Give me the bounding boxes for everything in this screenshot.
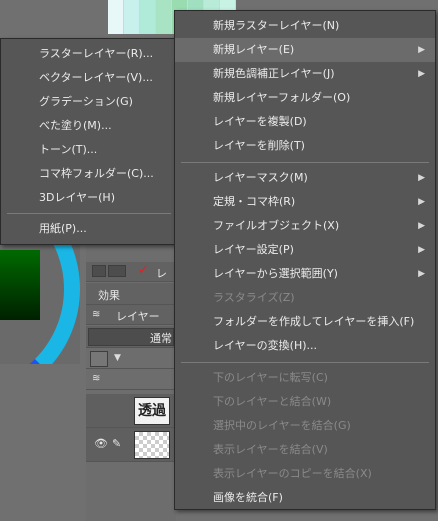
menu-item-label: レイヤーから選択範囲(Y): [213, 267, 338, 280]
submenu-arrow-icon: ▶: [418, 69, 425, 79]
menu-item-merge-visible-copy[interactable]: 表示レイヤーのコピーを結合(X): [175, 462, 435, 486]
layer-stack-icon: ≋: [92, 309, 101, 320]
menu-item-label: レイヤーマスク(M): [213, 171, 308, 184]
menu-item-label: レイヤーを複製(D): [213, 115, 307, 128]
menu-item-file-object[interactable]: ファイルオブジェクト(X) ▶: [175, 214, 435, 238]
menu-item-rasterize[interactable]: ラスタライズ(Z): [175, 286, 435, 310]
menu-item-duplicate-layer[interactable]: レイヤーを複製(D): [175, 110, 435, 134]
menu-item-transfer-to-lower[interactable]: 下のレイヤーに転写(C): [175, 366, 435, 390]
menu-item-new-layer-folder[interactable]: 新規レイヤーフォルダー(O): [175, 86, 435, 110]
menu-item-label: レイヤーの変換(H)...: [213, 339, 318, 352]
color-wheel-panel[interactable]: [0, 244, 80, 364]
submenu-item-label: トーン(T)...: [39, 143, 98, 156]
menu-item-label: 新規色調補正レイヤー(J): [213, 67, 335, 80]
menu-item-create-folder-insert[interactable]: フォルダーを作成してレイヤーを挿入(F): [175, 310, 435, 334]
menu-item-selection-from-layer[interactable]: レイヤーから選択範囲(Y) ▶: [175, 262, 435, 286]
menu-item-label: 新規レイヤーフォルダー(O): [213, 91, 351, 104]
menu-item-label: 表示レイヤーのコピーを結合(X): [213, 467, 372, 480]
menu-item-layer-mask[interactable]: レイヤーマスク(M) ▶: [175, 166, 435, 190]
menu-item-new-layer[interactable]: 新規レイヤー(E) ▶: [175, 38, 435, 62]
submenu-item-label: グラデーション(G): [39, 95, 133, 108]
layer-menu: 新規ラスターレイヤー(N) 新規レイヤー(E) ▶ 新規色調補正レイヤー(J) ▶ …: [174, 10, 436, 510]
submenu-item-3d-layer[interactable]: 3Dレイヤー(H): [1, 186, 177, 210]
menu-item-new-adjustment-layer[interactable]: 新規色調補正レイヤー(J) ▶: [175, 62, 435, 86]
menu-item-new-raster-layer[interactable]: 新規ラスターレイヤー(N): [175, 14, 435, 38]
submenu-item-gradient[interactable]: グラデーション(G): [1, 90, 177, 114]
submenu-arrow-icon: ▶: [418, 45, 425, 55]
submenu-item-label: ラスターレイヤー(R)...: [39, 47, 154, 60]
submenu-arrow-icon: ▶: [418, 269, 425, 279]
menu-item-label: 画像を統合(F): [213, 491, 283, 504]
menu-item-label: 下のレイヤーと結合(W): [213, 395, 332, 408]
submenu-item-label: コマ枠フォルダー(C)...: [39, 167, 154, 180]
menu-item-label: 選択中のレイヤーを結合(G): [213, 419, 351, 432]
blend-mode-row: 通常: [86, 326, 176, 348]
submenu-item-fill[interactable]: べた塗り(M)...: [1, 114, 177, 138]
layer-tab-label[interactable]: レイヤー: [116, 308, 160, 324]
submenu-item-paper[interactable]: 用紙(P)...: [1, 217, 177, 241]
grid-icon[interactable]: [92, 265, 106, 277]
menu-item-ruler-frame[interactable]: 定規・コマ枠(R) ▶: [175, 190, 435, 214]
menu-item-label: 新規ラスターレイヤー(N): [213, 19, 340, 32]
chevron-down-icon[interactable]: ▼: [114, 353, 121, 363]
menu-item-label: ファイルオブジェクト(X): [213, 219, 340, 232]
layer-thumbnail-transparent: [134, 431, 170, 459]
submenu-item-raster-layer[interactable]: ラスターレイヤー(R)...: [1, 42, 177, 66]
layer-thumbnail: 透過: [134, 397, 170, 425]
layer-tab-row: ≋ レイヤー: [86, 305, 176, 325]
menu-item-delete-layer[interactable]: レイヤーを削除(T): [175, 134, 435, 158]
layer-color-row: ▼: [86, 349, 176, 369]
menu-item-label: 新規レイヤー(E): [213, 43, 295, 56]
menu-item-label: レイヤーを削除(T): [213, 139, 305, 152]
tool-row: ✓ レイ: [86, 262, 176, 296]
menu-item-merge-with-lower[interactable]: 下のレイヤーと結合(W): [175, 390, 435, 414]
layer-color-swatch[interactable]: [90, 351, 108, 367]
submenu-item-label: べた塗り(M)...: [39, 119, 112, 132]
submenu-item-tone[interactable]: トーン(T)...: [1, 138, 177, 162]
menu-item-merge-selected[interactable]: 選択中のレイヤーを結合(G): [175, 414, 435, 438]
brush-icon: ✎: [112, 437, 122, 450]
submenu-item-frame-folder[interactable]: コマ枠フォルダー(C)...: [1, 162, 177, 186]
submenu-arrow-icon: ▶: [418, 173, 425, 183]
submenu-item-label: ベクターレイヤー(V)...: [39, 71, 153, 84]
new-layer-submenu: ラスターレイヤー(R)... ベクターレイヤー(V)... グラデーション(G)…: [0, 38, 178, 245]
menu-item-label: 表示レイヤーを結合(V): [213, 443, 328, 456]
menu-item-label: フォルダーを作成してレイヤーを挿入(F): [213, 315, 415, 328]
frame-icon[interactable]: [108, 265, 126, 277]
menu-item-label: 下のレイヤーに転写(C): [213, 371, 328, 384]
effect-label: 効果: [98, 289, 120, 302]
eye-icon[interactable]: 👁: [94, 437, 108, 450]
submenu-item-label: 用紙(P)...: [39, 222, 87, 235]
submenu-item-label: 3Dレイヤー(H): [39, 191, 115, 204]
layer-item-paper[interactable]: 透過: [86, 394, 176, 428]
effect-row: 効果: [86, 283, 176, 305]
menu-item-flatten-image[interactable]: 画像を統合(F): [175, 486, 435, 510]
menu-separator: [7, 213, 171, 214]
color-wheel-ring[interactable]: [0, 244, 80, 364]
submenu-item-vector-layer[interactable]: ベクターレイヤー(V)...: [1, 66, 177, 90]
menu-item-label: ラスタライズ(Z): [213, 291, 295, 304]
menu-separator: [181, 362, 429, 363]
submenu-arrow-icon: ▶: [418, 197, 425, 207]
blend-mode-label: 通常: [150, 332, 172, 345]
menu-separator: [181, 162, 429, 163]
menu-item-label: レイヤー設定(P): [213, 243, 294, 256]
pen-icon[interactable]: ✓: [138, 263, 149, 278]
submenu-arrow-icon: ▶: [418, 221, 425, 231]
menu-item-merge-visible[interactable]: 表示レイヤーを結合(V): [175, 438, 435, 462]
menu-item-convert-layer[interactable]: レイヤーの変換(H)...: [175, 334, 435, 358]
menu-item-layer-settings[interactable]: レイヤー設定(P) ▶: [175, 238, 435, 262]
layer-item-active[interactable]: 👁 ✎: [86, 428, 176, 462]
layer-options-icon[interactable]: ≋: [92, 373, 100, 384]
layer-options-row: ≋: [86, 370, 176, 390]
menu-item-label: 定規・コマ枠(R): [213, 195, 296, 208]
submenu-arrow-icon: ▶: [418, 245, 425, 255]
